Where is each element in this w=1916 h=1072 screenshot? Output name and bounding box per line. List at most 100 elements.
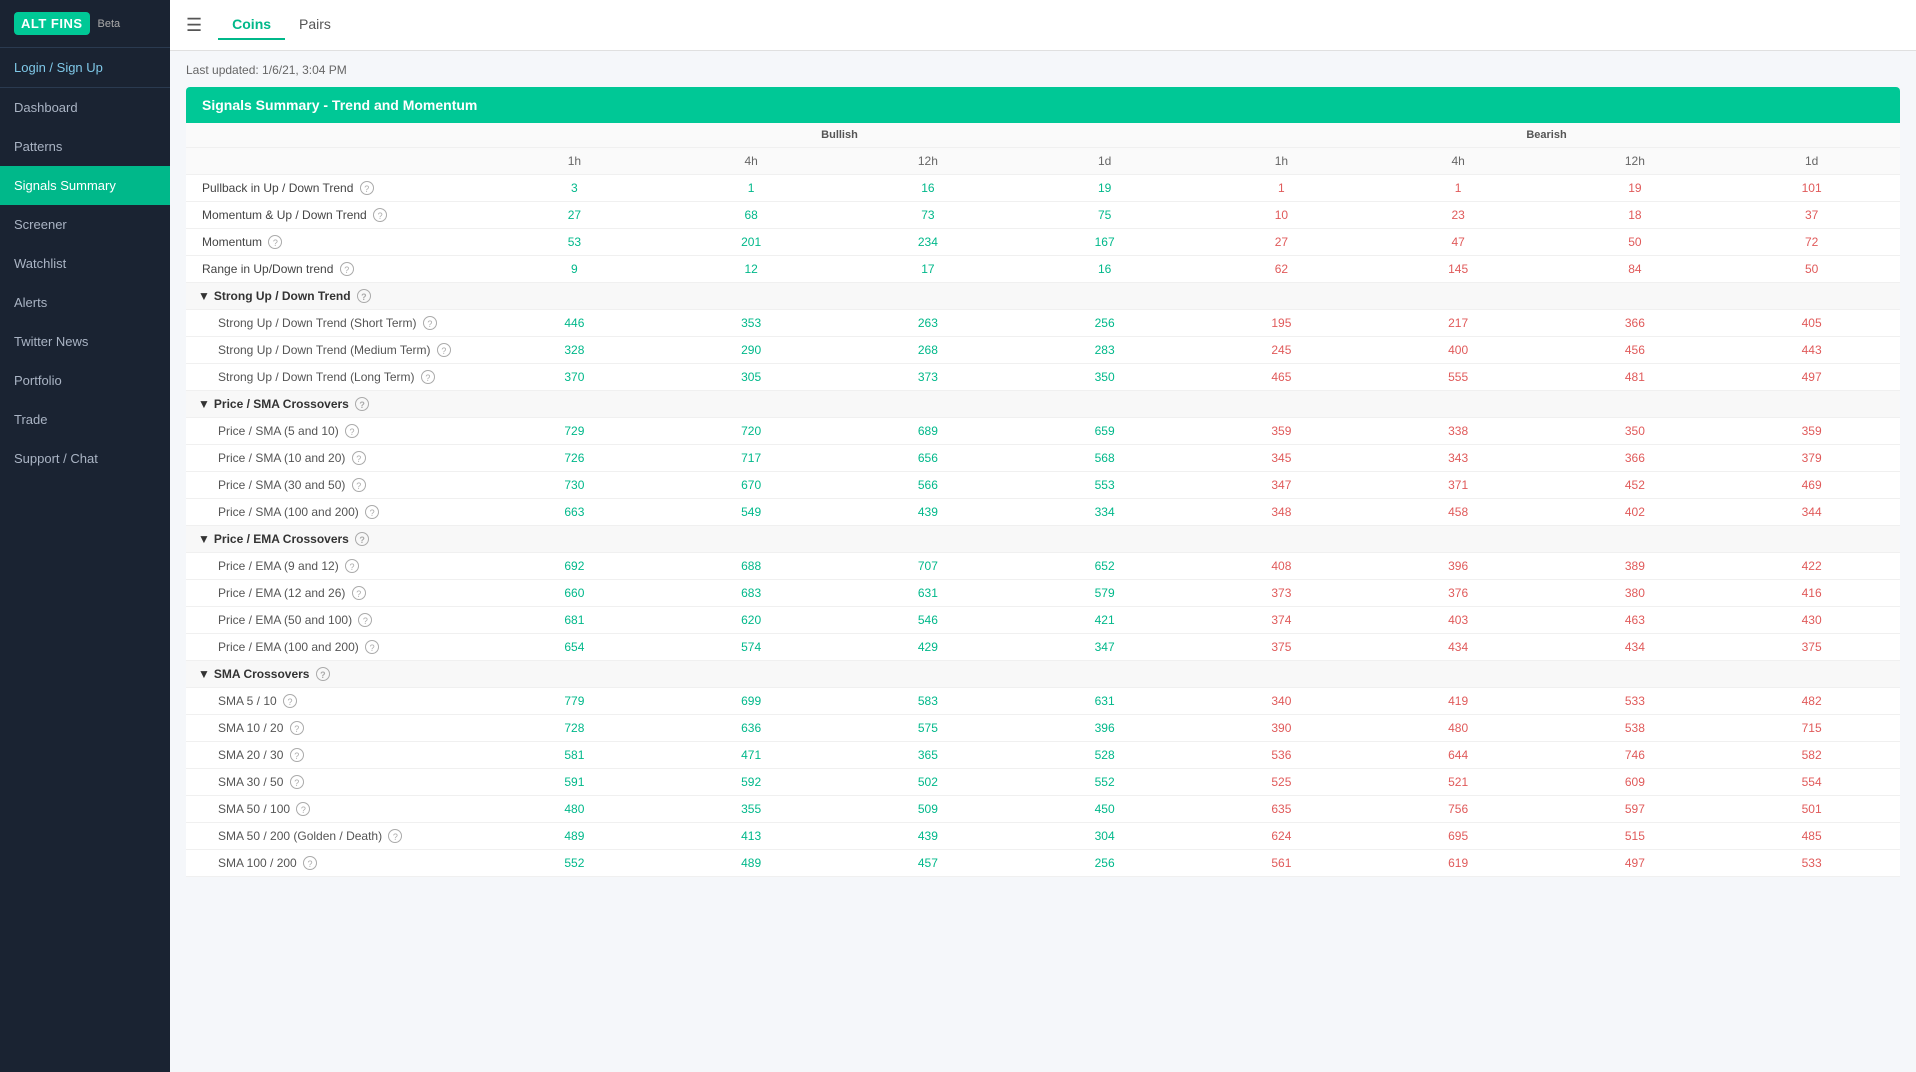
bearish-be4h: 521 <box>1370 769 1547 796</box>
bullish-b4h: 290 <box>663 337 840 364</box>
help-icon[interactable]: ? <box>360 181 374 195</box>
bearish-be1d: 469 <box>1723 472 1900 499</box>
help-icon[interactable]: ? <box>290 721 304 735</box>
bearish-be4h: 371 <box>1370 472 1547 499</box>
help-icon[interactable]: ? <box>303 856 317 870</box>
tab-pairs[interactable]: Pairs <box>285 10 345 40</box>
row-label: Price / EMA (12 and 26) ? <box>186 580 486 607</box>
row-label: Strong Up / Down Trend (Medium Term) ? <box>186 337 486 364</box>
sidebar-item-dashboard[interactable]: Dashboard <box>0 88 170 127</box>
bullish-b1h: 480 <box>486 796 663 823</box>
help-icon[interactable]: ? <box>290 748 304 762</box>
help-icon[interactable]: ? <box>437 343 451 357</box>
bearish-be12h: 380 <box>1547 580 1724 607</box>
bearish-be12h: 463 <box>1547 607 1724 634</box>
group-label: ▼Price / EMA Crossovers ? <box>186 526 1900 553</box>
bearish-be4h: 756 <box>1370 796 1547 823</box>
bearish-be1d: 416 <box>1723 580 1900 607</box>
help-icon[interactable]: ? <box>365 640 379 654</box>
bearish-be12h: 350 <box>1547 418 1724 445</box>
tab-coins[interactable]: Coins <box>218 10 285 40</box>
bullish-b1d: 256 <box>1016 310 1193 337</box>
sidebar-item-trade[interactable]: Trade <box>0 400 170 439</box>
sidebar-item-alerts[interactable]: Alerts <box>0 283 170 322</box>
bullish-b1h: 728 <box>486 715 663 742</box>
help-icon[interactable]: ? <box>358 613 372 627</box>
bearish-be4h: 480 <box>1370 715 1547 742</box>
bearish-be12h: 533 <box>1547 688 1724 715</box>
table-row: Price / EMA (100 and 200) ?6545744293473… <box>186 634 1900 661</box>
table-row: SMA 50 / 200 (Golden / Death) ?489413439… <box>186 823 1900 850</box>
help-icon[interactable]: ? <box>421 370 435 384</box>
bearish-be4h: 47 <box>1370 229 1547 256</box>
collapse-icon[interactable]: ▼ <box>198 532 210 546</box>
help-icon[interactable]: ? <box>290 775 304 789</box>
help-icon[interactable]: ? <box>340 262 354 276</box>
hamburger-icon[interactable]: ☰ <box>186 15 202 36</box>
bullish-b4h: 489 <box>663 850 840 877</box>
top-bar: ☰ CoinsPairs <box>170 0 1916 51</box>
help-icon[interactable]: ? <box>388 829 402 843</box>
bullish-b12h: 566 <box>840 472 1017 499</box>
sidebar-item-twitter[interactable]: Twitter News <box>0 322 170 361</box>
help-icon[interactable]: ? <box>355 532 369 546</box>
bearish-be1d: 344 <box>1723 499 1900 526</box>
help-icon[interactable]: ? <box>268 235 282 249</box>
table-row: Momentum ?5320123416727475072 <box>186 229 1900 256</box>
bullish-b4h: 1 <box>663 175 840 202</box>
bearish-be1d: 501 <box>1723 796 1900 823</box>
table-row: SMA 30 / 50 ?591592502552525521609554 <box>186 769 1900 796</box>
sidebar-item-portfolio[interactable]: Portfolio <box>0 361 170 400</box>
help-icon[interactable]: ? <box>345 559 359 573</box>
bullish-b4h: 592 <box>663 769 840 796</box>
help-icon[interactable]: ? <box>352 451 366 465</box>
row-label: Momentum & Up / Down Trend ? <box>186 202 486 229</box>
table-row: SMA 5 / 10 ?779699583631340419533482 <box>186 688 1900 715</box>
row-label: Price / SMA (30 and 50) ? <box>186 472 486 499</box>
bullish-b12h: 73 <box>840 202 1017 229</box>
sidebar-item-patterns[interactable]: Patterns <box>0 127 170 166</box>
help-icon[interactable]: ? <box>357 289 371 303</box>
bearish-be12h: 538 <box>1547 715 1724 742</box>
collapse-icon[interactable]: ▼ <box>198 397 210 411</box>
bullish-b12h: 263 <box>840 310 1017 337</box>
sidebar-item-signals[interactable]: Signals Summary <box>0 166 170 205</box>
help-icon[interactable]: ? <box>296 802 310 816</box>
bearish-be1d: 497 <box>1723 364 1900 391</box>
help-icon[interactable]: ? <box>345 424 359 438</box>
help-icon[interactable]: ? <box>352 586 366 600</box>
sidebar: ALT FINS Beta Login / Sign Up DashboardP… <box>0 0 170 1072</box>
collapse-icon[interactable]: ▼ <box>198 667 210 681</box>
table-row: Price / SMA (10 and 20) ?726717656568345… <box>186 445 1900 472</box>
help-icon[interactable]: ? <box>355 397 369 411</box>
login-link[interactable]: Login / Sign Up <box>0 48 170 88</box>
help-icon[interactable]: ? <box>365 505 379 519</box>
collapse-icon[interactable]: ▼ <box>198 289 210 303</box>
sidebar-item-screener[interactable]: Screener <box>0 205 170 244</box>
help-icon[interactable]: ? <box>352 478 366 492</box>
bullish-b1h: 654 <box>486 634 663 661</box>
bullish-b12h: 16 <box>840 175 1017 202</box>
table-row: Strong Up / Down Trend (Long Term) ?3703… <box>186 364 1900 391</box>
bearish-be1h: 340 <box>1193 688 1370 715</box>
row-label: Strong Up / Down Trend (Long Term) ? <box>186 364 486 391</box>
help-icon[interactable]: ? <box>316 667 330 681</box>
sidebar-item-support[interactable]: Support / Chat <box>0 439 170 478</box>
bearish-be12h: 389 <box>1547 553 1724 580</box>
be-4h-header: 4h <box>1370 148 1547 175</box>
sidebar-item-watchlist[interactable]: Watchlist <box>0 244 170 283</box>
bullish-b12h: 509 <box>840 796 1017 823</box>
bearish-be1h: 62 <box>1193 256 1370 283</box>
help-icon[interactable]: ? <box>423 316 437 330</box>
bearish-be4h: 644 <box>1370 742 1547 769</box>
bullish-b4h: 353 <box>663 310 840 337</box>
table-row: Price / EMA (50 and 100) ?68162054642137… <box>186 607 1900 634</box>
row-label: Price / SMA (10 and 20) ? <box>186 445 486 472</box>
help-icon[interactable]: ? <box>283 694 297 708</box>
bearish-be12h: 609 <box>1547 769 1724 796</box>
bearish-be1d: 101 <box>1723 175 1900 202</box>
bearish-be4h: 396 <box>1370 553 1547 580</box>
help-icon[interactable]: ? <box>373 208 387 222</box>
group-label: ▼SMA Crossovers ? <box>186 661 1900 688</box>
bearish-be1d: 554 <box>1723 769 1900 796</box>
